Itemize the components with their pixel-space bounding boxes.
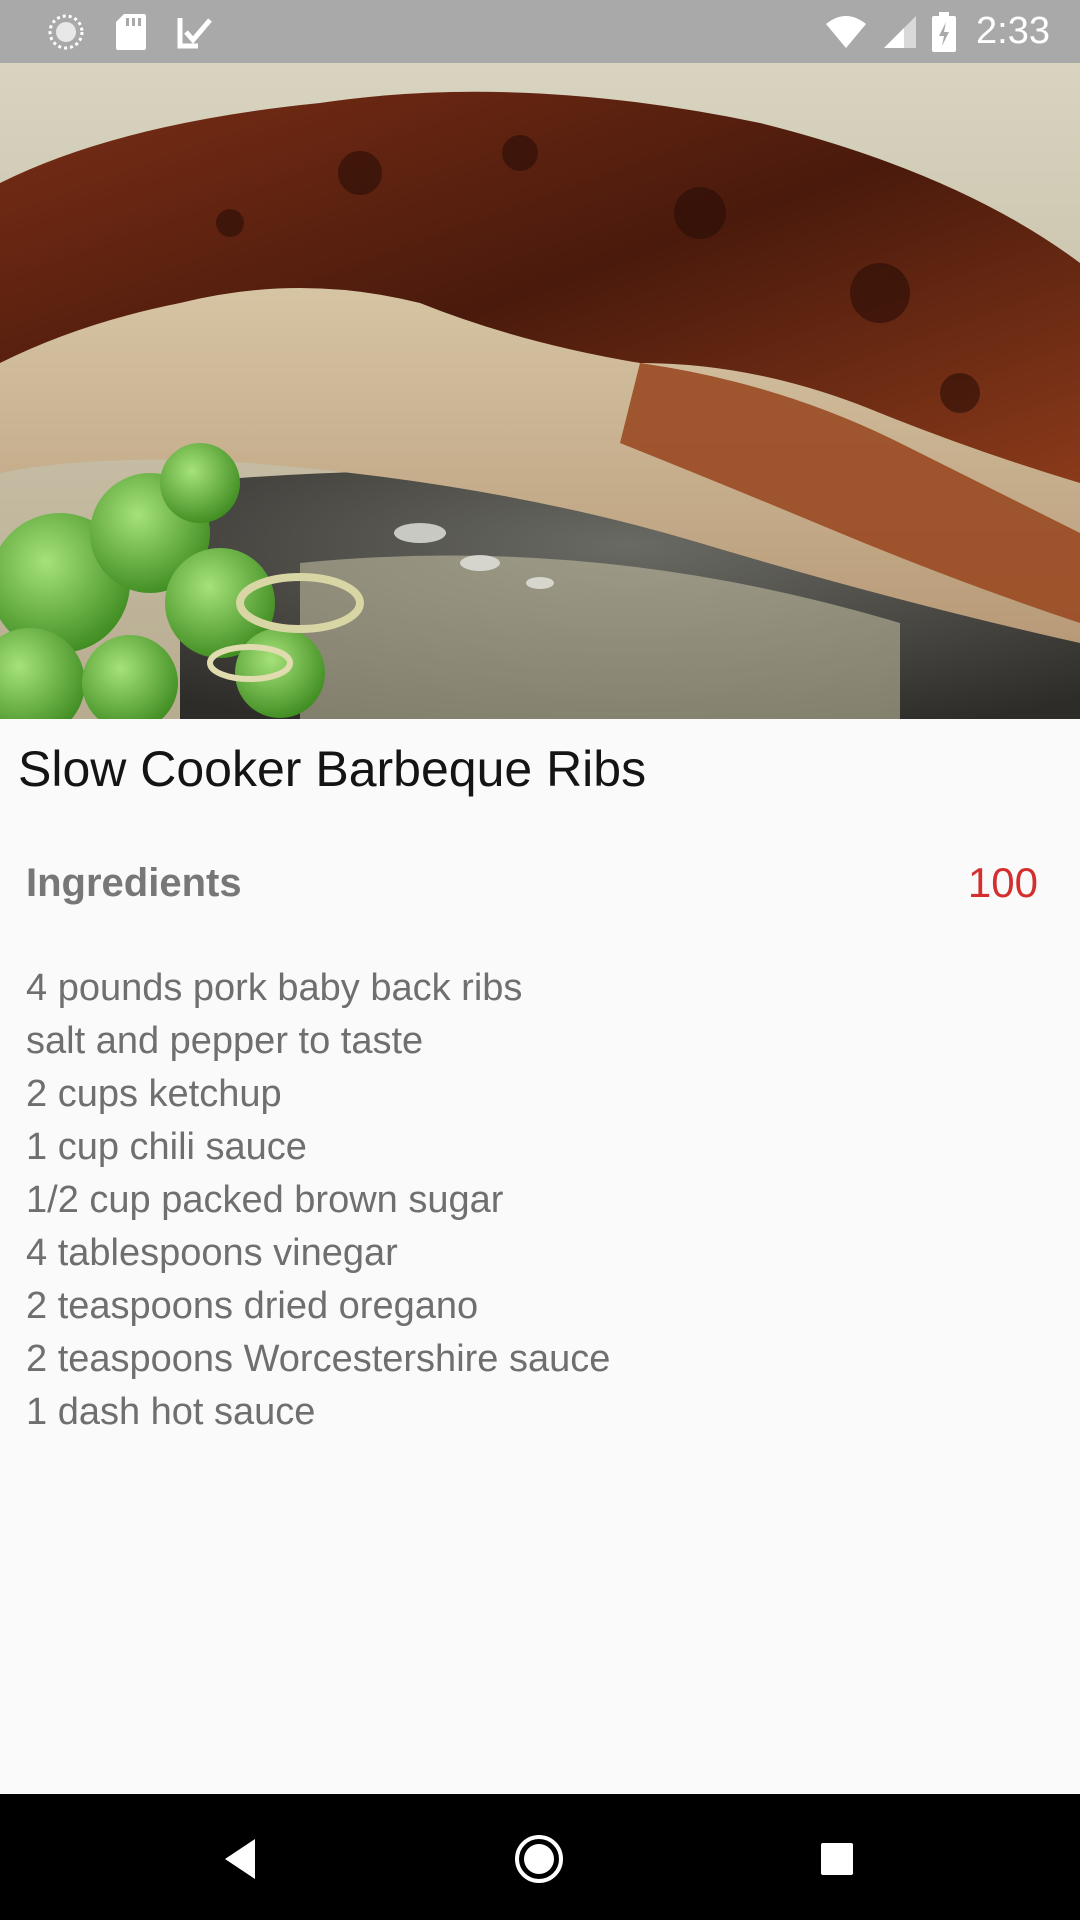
wifi-icon — [824, 14, 868, 50]
recipe-title: Slow Cooker Barbeque Ribs — [18, 741, 647, 797]
ingredient-item: 2 cups ketchup — [26, 1073, 282, 1115]
recipe-detail-screen: 2:33 Slow Cooker Barbeque Ribs Ingredien… — [0, 0, 1080, 1920]
ingredient-item: 2 teaspoons dried oregano — [26, 1285, 479, 1327]
recipe-photo — [0, 63, 1080, 719]
recents-icon — [819, 1841, 855, 1877]
ingredients-header: Ingredients 100 — [26, 858, 1038, 908]
ingredient-item: 4 pounds pork baby back ribs — [26, 967, 523, 1009]
ingredient-item: 1 dash hot sauce — [26, 1391, 316, 1433]
sync-icon — [46, 12, 86, 52]
back-icon — [221, 1837, 261, 1881]
home-icon — [514, 1834, 564, 1884]
status-time: 2:33 — [976, 10, 1050, 52]
ingredient-item: 2 teaspoons Worcestershire sauce — [26, 1338, 611, 1380]
navigation-bar — [0, 1794, 1080, 1920]
sd-card-icon — [114, 12, 148, 52]
recents-button[interactable] — [802, 1824, 872, 1894]
battery-icon — [932, 11, 957, 52]
status-bar: 2:33 — [0, 0, 1080, 63]
ingredients-list: 4 pounds pork baby back ribs salt and pe… — [26, 962, 610, 1439]
clipboard-check-icon — [176, 12, 214, 52]
ingredients-label: Ingredients — [26, 860, 242, 905]
ingredient-item: salt and pepper to taste — [26, 1020, 424, 1062]
home-button[interactable] — [504, 1824, 574, 1894]
ingredient-item: 4 tablespoons vinegar — [26, 1232, 398, 1274]
back-button[interactable] — [206, 1824, 276, 1894]
status-right-icons: 2:33 — [824, 0, 1050, 63]
ingredients-count: 100 — [967, 859, 1038, 906]
ingredient-item: 1/2 cup packed brown sugar — [26, 1179, 504, 1221]
status-left-icons — [46, 12, 214, 52]
signal-icon — [882, 14, 918, 50]
ingredient-item: 1 cup chili sauce — [26, 1126, 307, 1168]
